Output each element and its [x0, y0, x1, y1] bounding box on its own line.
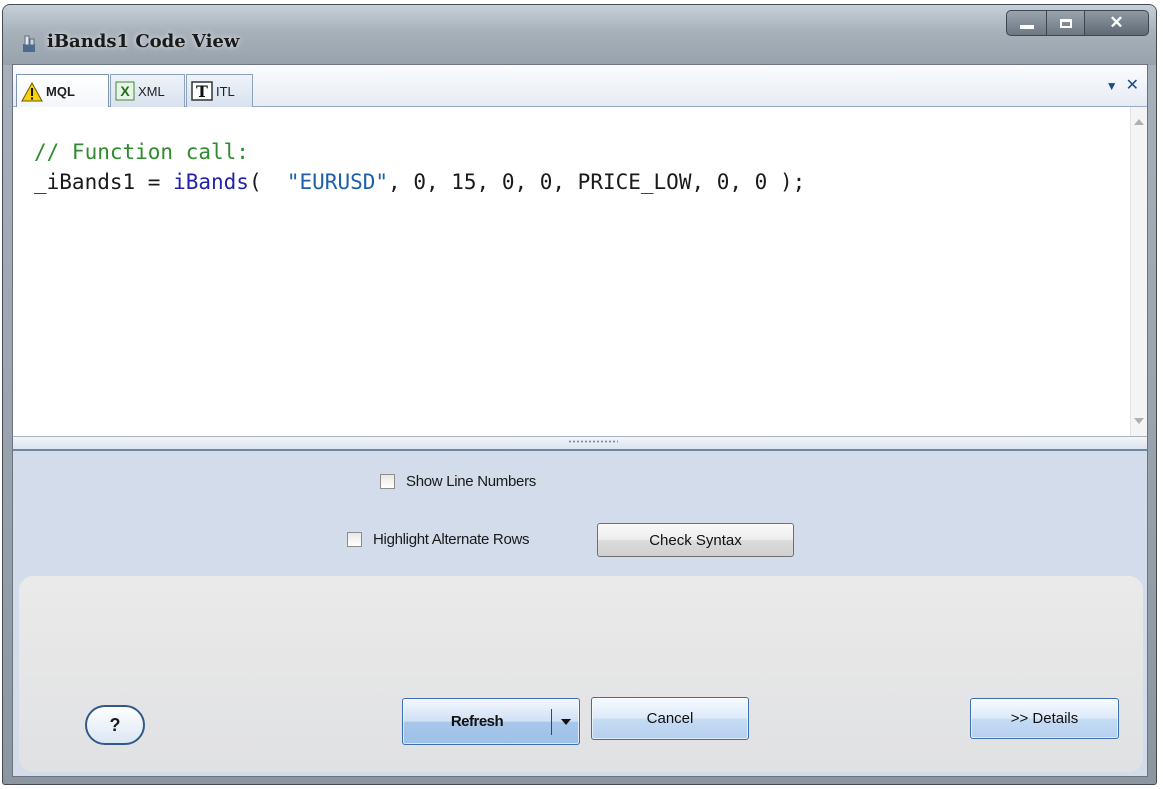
warning-icon — [21, 81, 43, 102]
code-text: // Function call: _iBands1 = iBands( "EU… — [34, 137, 805, 197]
scroll-down-icon[interactable] — [1134, 418, 1144, 424]
show-line-numbers-option[interactable]: Show Line Numbers — [380, 473, 536, 490]
svg-text:X: X — [120, 83, 130, 99]
tab-itl[interactable]: T ITL — [186, 74, 253, 107]
show-line-numbers-label: Show Line Numbers — [406, 473, 536, 490]
refresh-split-button[interactable]: Refresh — [402, 698, 580, 745]
code-string: "EURUSD" — [286, 170, 389, 194]
code-paren: ( — [248, 170, 287, 194]
minimize-icon — [1019, 25, 1034, 29]
splitter-grip-icon[interactable] — [568, 440, 618, 443]
tab-itl-label: ITL — [216, 83, 235, 99]
close-button[interactable]: ✕ — [1085, 10, 1149, 36]
tab-xml[interactable]: X XML — [110, 74, 185, 107]
tab-mql-label: MQL — [46, 84, 75, 99]
tab-strip-controls: ▼ ✕ — [1106, 75, 1139, 95]
maximize-button[interactable] — [1047, 10, 1085, 36]
tab-list-dropdown-icon[interactable]: ▼ — [1106, 79, 1118, 95]
help-button[interactable]: ? — [85, 705, 145, 745]
code-variable: _iBands1 = — [34, 170, 174, 194]
minimize-button[interactable] — [1006, 10, 1047, 36]
options-area: Show Line Numbers Highlight Alternate Ro… — [13, 451, 1147, 577]
refresh-separator — [551, 709, 552, 735]
highlight-alternate-rows-checkbox[interactable] — [347, 532, 362, 547]
refresh-button-label[interactable]: Refresh — [403, 699, 551, 744]
window-title: iBands1 Code View — [47, 31, 240, 52]
client-area: MQL X XML T ITL ▼ ✕ // Function call: _i… — [12, 64, 1148, 777]
text-icon: T — [191, 81, 213, 101]
excel-icon: X — [115, 81, 135, 101]
highlight-alternate-rows-option[interactable]: Highlight Alternate Rows — [347, 531, 530, 548]
maximize-icon — [1059, 18, 1072, 28]
code-comment: // Function call: — [34, 140, 249, 164]
highlight-alternate-rows-label: Highlight Alternate Rows — [373, 531, 530, 548]
cancel-button[interactable]: Cancel — [591, 697, 749, 740]
editor-scrollbar[interactable] — [1130, 107, 1147, 436]
panel-splitter[interactable] — [13, 437, 1147, 451]
tab-xml-label: XML — [138, 83, 165, 99]
tab-mql[interactable]: MQL — [16, 74, 109, 108]
app-icon — [23, 35, 35, 52]
code-arguments: , 0, 15, 0, 0, PRICE_LOW, 0, 0 ); — [388, 170, 806, 194]
svg-text:T: T — [196, 82, 208, 101]
scroll-up-icon[interactable] — [1134, 119, 1144, 125]
close-icon: ✕ — [1109, 13, 1124, 32]
footer-panel — [19, 576, 1143, 772]
details-button[interactable]: >> Details — [970, 698, 1119, 739]
title-bar[interactable]: iBands1 Code View ✕ — [3, 5, 1156, 65]
chevron-down-icon[interactable] — [561, 719, 571, 725]
check-syntax-button[interactable]: Check Syntax — [597, 523, 794, 557]
code-function: iBands — [173, 170, 249, 194]
tab-strip: MQL X XML T ITL ▼ ✕ — [13, 65, 1147, 108]
window-controls: ✕ — [1006, 10, 1149, 36]
code-view-window: iBands1 Code View ✕ MQL X XML T ITL ▼ ✕ … — [2, 4, 1157, 785]
show-line-numbers-checkbox[interactable] — [380, 474, 395, 489]
tab-close-icon[interactable]: ✕ — [1126, 75, 1139, 95]
code-editor[interactable]: // Function call: _iBands1 = iBands( "EU… — [13, 107, 1147, 437]
